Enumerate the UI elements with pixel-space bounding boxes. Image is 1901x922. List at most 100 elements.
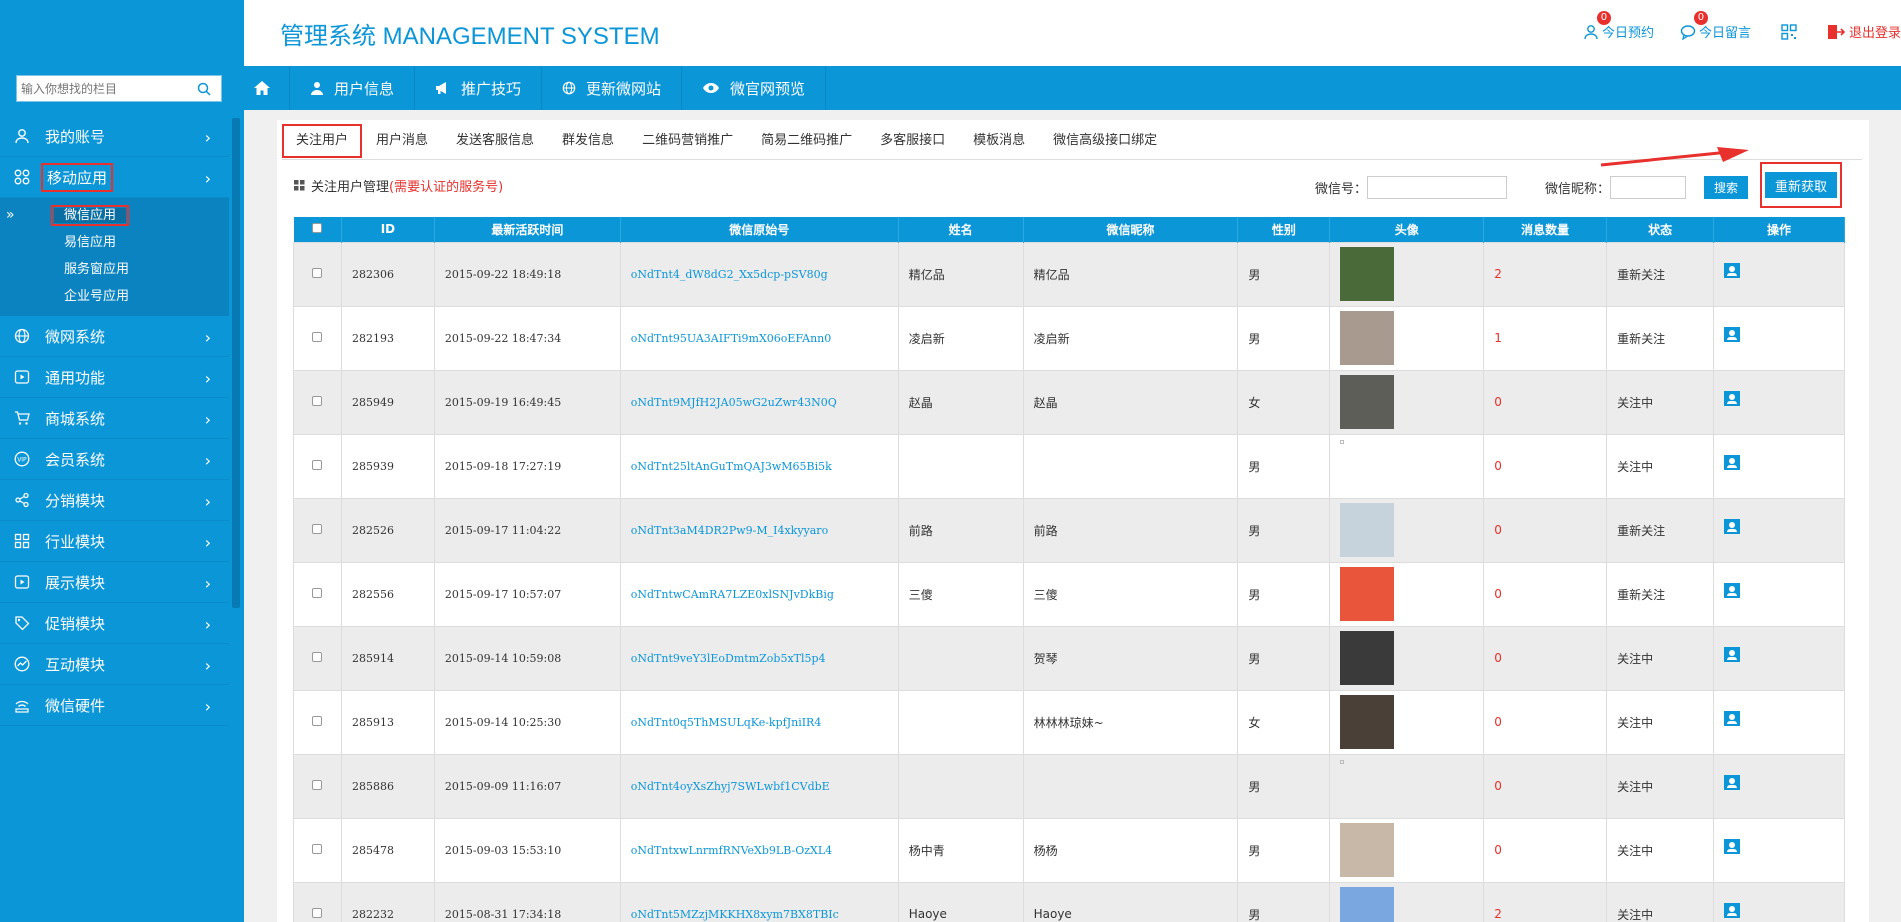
col-last-active: 最新活跃时间 — [434, 217, 621, 242]
user-detail-icon[interactable] — [1724, 583, 1741, 598]
submenu-item-wechat-apps[interactable]: » 微信应用 — [0, 202, 229, 229]
tab-multi-service[interactable]: 多客服接口 — [866, 124, 959, 158]
cell-openid: oNdTnt95UA3AIFTi9mX06oEFAnn0 — [619, 305, 899, 371]
row-checkbox[interactable] — [312, 268, 323, 278]
cell-actions — [1713, 305, 1845, 371]
sidebar-item-industry-module[interactable]: 行业模块 › — [0, 521, 229, 562]
nav-update-microsite[interactable]: 更新微网站 — [542, 66, 683, 110]
tab-followers[interactable]: 关注用户 — [282, 124, 363, 158]
link-label: 退出登录 — [1848, 26, 1901, 41]
share-icon — [12, 490, 32, 510]
user-detail-icon[interactable] — [1724, 903, 1741, 918]
tab-broadcast[interactable]: 群发信息 — [548, 124, 628, 158]
sidebar-item-mall-system[interactable]: 商城系统 › — [0, 398, 229, 439]
row-checkbox[interactable] — [312, 908, 323, 918]
nav-home[interactable] — [244, 66, 290, 110]
today-messages-link[interactable]: 0 今日留言 — [1680, 11, 1751, 41]
row-checkbox[interactable] — [312, 652, 323, 662]
user-detail-icon[interactable] — [1724, 647, 1741, 662]
vip-icon: VIP — [12, 449, 32, 469]
cell-message-count: 2 — [1483, 241, 1608, 307]
row-checkbox[interactable] — [312, 588, 323, 598]
sidebar-search-input[interactable] — [17, 76, 189, 101]
sidebar-item-wechat-hardware[interactable]: 微信硬件 › — [0, 685, 229, 726]
row-checkbox[interactable] — [312, 780, 323, 790]
sidebar-item-my-account[interactable]: 我的账号 › — [0, 116, 229, 157]
submenu-item-label: 易信应用 — [64, 235, 117, 250]
chevron-right-icon: › — [204, 492, 211, 511]
search-icon[interactable] — [189, 76, 219, 101]
tab-simple-qrcode[interactable]: 简易二维码推广 — [747, 124, 866, 158]
qrcode-link[interactable] — [1781, 23, 1797, 40]
tab-send-service-message[interactable]: 发送客服信息 — [442, 124, 548, 158]
sidebar-item-mobile-apps[interactable]: 移动应用 › — [0, 157, 229, 198]
row-checkbox[interactable] — [312, 460, 323, 470]
user-detail-icon[interactable] — [1724, 455, 1741, 470]
sidebar-scrollbar[interactable] — [232, 118, 240, 608]
cell-gender: 女 — [1237, 369, 1331, 435]
qrcode-icon — [1781, 23, 1797, 40]
nickname-input[interactable] — [1610, 176, 1687, 199]
home-icon — [253, 81, 270, 95]
refetch-button[interactable]: 重新获取 — [1764, 172, 1837, 198]
user-detail-icon[interactable] — [1724, 391, 1741, 406]
tab-user-messages[interactable]: 用户消息 — [362, 124, 442, 158]
row-checkbox[interactable] — [312, 524, 323, 534]
cell-actions — [1713, 369, 1845, 435]
cell-message-count: 0 — [1483, 689, 1608, 755]
tab-template-message[interactable]: 模板消息 — [959, 124, 1039, 158]
content-panel: 关注用户 用户消息 发送客服信息 群发信息 二维码营销推广 简易二维码推广 多客… — [277, 120, 1869, 922]
cell-name — [897, 753, 1024, 819]
row-checkbox[interactable] — [312, 844, 323, 854]
cell-last-active: 2015-09-14 10:59:08 — [433, 625, 621, 691]
nav-user-info[interactable]: 用户信息 — [290, 66, 416, 110]
cell-nickname: 杨杨 — [1022, 817, 1239, 883]
row-checkbox[interactable] — [312, 332, 323, 342]
cell-status: 关注中 — [1606, 753, 1715, 819]
sidebar-item-promotion-module[interactable]: 促销模块 › — [0, 603, 229, 644]
sidebar-search — [16, 75, 222, 102]
user-detail-icon[interactable] — [1724, 327, 1741, 342]
row-checkbox-cell — [293, 753, 342, 819]
search-button[interactable]: 搜索 — [1704, 176, 1749, 199]
select-all-checkbox[interactable] — [312, 223, 323, 234]
row-checkbox-cell — [293, 689, 342, 755]
submenu-item-enterprise-apps[interactable]: 企业号应用 — [0, 283, 229, 310]
tab-advanced-api-binding[interactable]: 微信高级接口绑定 — [1039, 124, 1171, 158]
submenu-item-yixin-apps[interactable]: 易信应用 — [0, 229, 229, 256]
sidebar-item-member-system[interactable]: VIP 会员系统 › — [0, 439, 229, 480]
cell-id: 285939 — [340, 433, 435, 499]
user-icon — [12, 126, 32, 146]
cell-actions — [1713, 241, 1845, 307]
submenu-item-service-window-apps[interactable]: 服务窗应用 — [0, 256, 229, 283]
chevron-right-icon: › — [204, 656, 211, 675]
row-checkbox[interactable] — [312, 396, 323, 406]
user-detail-icon[interactable] — [1724, 775, 1741, 790]
row-checkbox[interactable] — [312, 716, 323, 726]
today-appointments-link[interactable]: 0 今日预约 — [1583, 11, 1654, 41]
user-detail-icon[interactable] — [1724, 839, 1741, 854]
row-checkbox-cell — [293, 561, 342, 627]
user-detail-icon[interactable] — [1724, 519, 1741, 534]
top-nav: 用户信息 推广技巧 更新微网站 微官网预览 — [244, 66, 1901, 110]
user-detail-icon[interactable] — [1724, 711, 1741, 726]
nav-promotion-tips[interactable]: 推广技巧 — [415, 66, 543, 110]
sidebar-item-interaction-module[interactable]: 互动模块 › — [0, 644, 229, 685]
table-row: 285914 2015-09-14 10:59:08 oNdTnt9veY3lEoD… — [293, 625, 1845, 691]
sidebar-item-micro-site[interactable]: 微网系统 › — [0, 316, 229, 357]
wechat-id-input[interactable] — [1367, 176, 1508, 199]
cell-message-count: 0 — [1483, 433, 1608, 499]
sidebar-item-display-module[interactable]: 展示模块 › — [0, 562, 229, 603]
cell-id: 285949 — [340, 369, 435, 435]
row-checkbox-cell — [293, 497, 342, 563]
logout-link[interactable]: 退出登录 — [1827, 22, 1901, 41]
tab-qrcode-marketing[interactable]: 二维码营销推广 — [628, 124, 747, 158]
cell-status: 关注中 — [1606, 369, 1715, 435]
user-detail-icon[interactable] — [1724, 263, 1741, 278]
sidebar-item-distribution-module[interactable]: 分销模块 › — [0, 480, 229, 521]
cell-name — [897, 433, 1024, 499]
nav-preview-official-site[interactable]: 微官网预览 — [682, 66, 827, 110]
sidebar-item-general-functions[interactable]: 通用功能 › — [0, 357, 229, 398]
cell-openid: oNdTnt5MZzjMKKHX8xym7BX8TBIc — [619, 881, 899, 922]
cell-actions — [1713, 561, 1845, 627]
